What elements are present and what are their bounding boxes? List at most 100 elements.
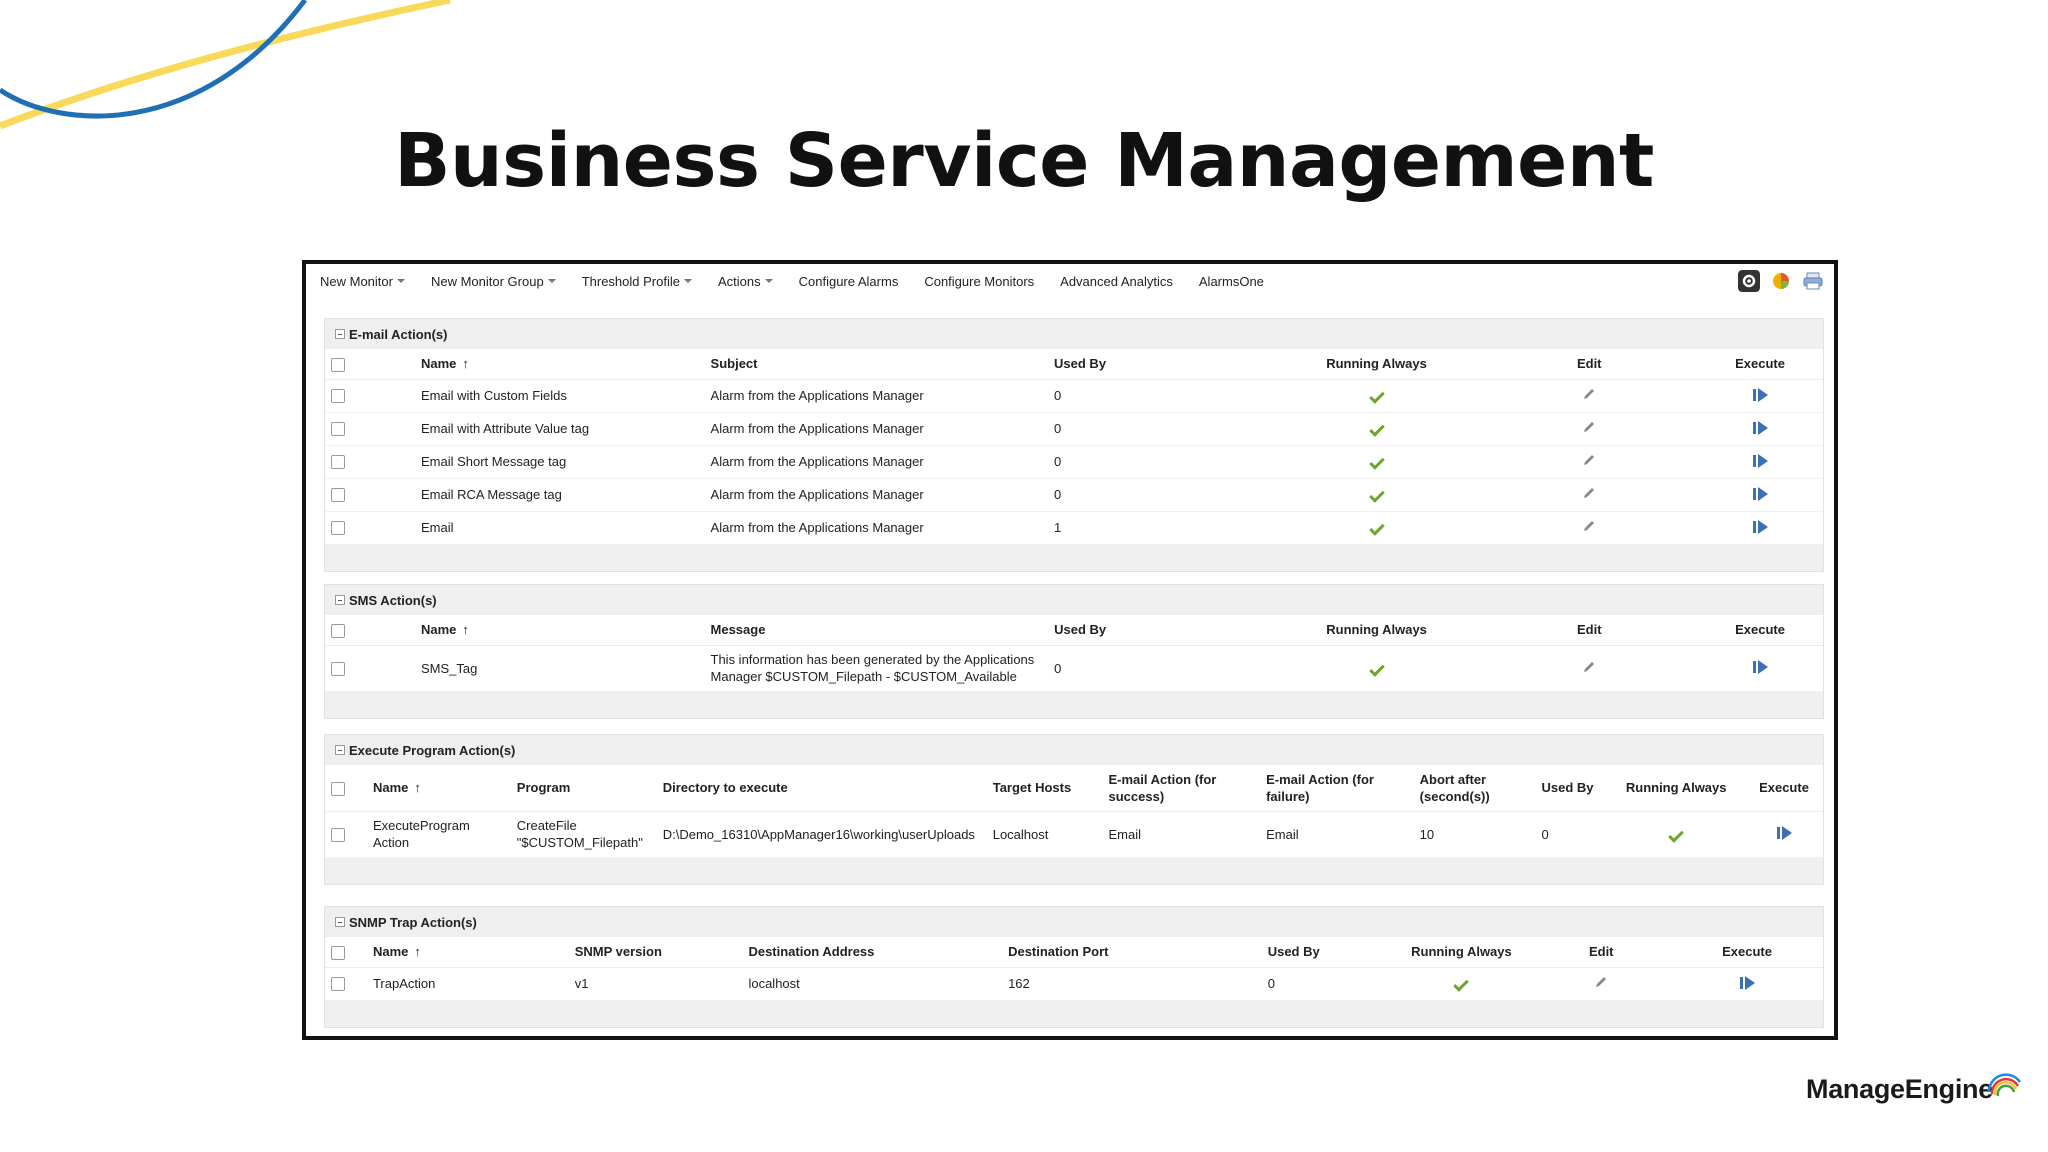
menu-label: Configure Monitors [924,273,1035,289]
menu-actions[interactable]: Actions [718,274,773,289]
slide-title: Business Service Management [394,118,1654,204]
pencil-icon[interactable] [1582,387,1596,401]
select-cell [325,379,361,413]
collapse-icon[interactable] [335,917,345,927]
select-all-cell [325,349,361,380]
action-name: ExecuteProgram Action [360,811,511,858]
column-header-name[interactable]: Name ↑ [360,765,511,812]
section-footer [325,1000,1823,1027]
message-line: Manager $CUSTOM_Filepath - $CUSTOM_Avail… [710,669,1017,684]
section-header[interactable]: E-mail Action(s) [325,319,1823,349]
running-always-cell [1607,811,1746,858]
brand-logo-arc-icon [1987,1073,2022,1097]
column-header-name[interactable]: Name ↑ [360,349,705,380]
menu-configure-monitors[interactable]: Configure Monitors [924,274,1034,289]
snmp-trap-table: Name ↑ SNMP version Destination Address D… [325,937,1823,1001]
menu-alarmsone[interactable]: AlarmsOne [1199,274,1264,289]
action-subject: Alarm from the Applications Manager [704,379,1049,413]
header-label: Name [372,780,409,796]
caret-down-icon [683,279,692,283]
column-header-running-always: Running Always [1391,937,1532,968]
section-header[interactable]: Execute Program Action(s) [325,735,1823,765]
column-header-email-success: E-mail Action (for success) [1102,765,1261,812]
action-name: Email Short Message tag [360,445,705,479]
checkmark-icon [1453,976,1470,992]
menu-advanced-analytics[interactable]: Advanced Analytics [1060,274,1173,289]
edit-cell [1531,967,1672,1001]
execute-cell [1697,379,1823,413]
sms-actions-table: Name ↑ Message Used By Running Always Edi… [325,615,1823,692]
pencil-icon[interactable] [1582,519,1596,533]
action-used-by: 0 [1048,412,1272,446]
settings-icon[interactable] [1738,270,1760,292]
collapse-icon[interactable] [335,329,345,339]
section-footer [325,544,1823,571]
execute-icon[interactable] [1739,975,1755,990]
menu-label: New Monitor [320,273,393,289]
action-email-success: Email [1102,811,1261,858]
row-checkbox[interactable] [331,521,345,536]
row-checkbox[interactable] [331,488,345,503]
pencil-icon[interactable] [1582,486,1596,500]
execute-icon[interactable] [1752,453,1768,468]
column-header-abort-after: Abort after (second(s)) [1413,765,1536,812]
caret-down-icon [547,279,556,283]
select-all-checkbox[interactable] [331,357,345,372]
section-header[interactable]: SMS Action(s) [325,585,1823,615]
select-all-checkbox[interactable] [331,781,345,796]
table-row: SMS_Tag This information has been genera… [325,645,1823,692]
checkmark-icon [1668,826,1684,843]
select-all-cell [325,765,361,812]
header-line: E-mail Action (for [1266,771,1374,787]
column-header-name[interactable]: Name ↑ [360,615,705,646]
section-header[interactable]: SNMP Trap Action(s) [325,907,1823,937]
action-directory: D:\Demo_16310\AppManager16\working\userU… [656,811,987,858]
header-label: Name [372,944,409,960]
execute-icon[interactable] [1752,519,1768,534]
print-icon[interactable] [1802,270,1824,292]
select-all-checkbox[interactable] [331,623,345,638]
menu-label: Actions [717,273,761,289]
edit-cell [1481,511,1698,545]
email-actions-table: Name ↑ Subject Used By Running Always Edi… [325,349,1823,545]
execute-icon[interactable] [1752,660,1768,674]
collapse-icon[interactable] [335,595,345,605]
column-header-execute: Execute [1697,615,1823,646]
execute-cell [1697,445,1823,479]
checkmark-icon [1368,487,1385,503]
select-all-checkbox[interactable] [331,945,345,960]
row-checkbox[interactable] [331,977,345,992]
action-target-hosts: Localhost [986,811,1103,858]
menu-threshold-profile[interactable]: Threshold Profile [582,274,692,289]
pencil-icon[interactable] [1582,660,1596,674]
row-checkbox[interactable] [331,827,345,842]
row-checkbox[interactable] [331,422,345,437]
select-cell [325,478,361,512]
menu-new-monitor-group[interactable]: New Monitor Group [431,274,556,289]
action-name: Email with Custom Fields [360,379,705,413]
pencil-icon[interactable] [1582,420,1596,434]
pencil-icon[interactable] [1582,453,1596,467]
execute-icon[interactable] [1752,420,1768,435]
pie-chart-icon[interactable] [1770,270,1792,292]
header-line: (second(s)) [1419,788,1490,804]
menu-label: Configure Alarms [798,273,899,289]
row-checkbox[interactable] [331,455,345,470]
menu-new-monitor[interactable]: New Monitor [320,274,405,289]
collapse-icon[interactable] [335,745,345,755]
execute-icon[interactable] [1752,387,1768,402]
row-checkbox[interactable] [331,389,345,404]
column-header-edit: Edit [1531,937,1672,968]
message-line: This information has been generated by t… [710,652,1035,667]
row-checkbox[interactable] [331,661,345,676]
action-destination-port: 162 [1002,967,1262,1001]
action-used-by: 0 [1048,379,1272,413]
column-header-destination-address: Destination Address [742,937,1003,968]
select-all-cell [325,615,361,646]
table-row: Email Short Message tag Alarm from the A… [325,445,1823,479]
execute-icon[interactable] [1752,486,1768,501]
execute-icon[interactable] [1776,826,1792,840]
menu-configure-alarms[interactable]: Configure Alarms [799,274,899,289]
pencil-icon[interactable] [1594,975,1608,989]
column-header-name[interactable]: Name ↑ [360,937,569,968]
